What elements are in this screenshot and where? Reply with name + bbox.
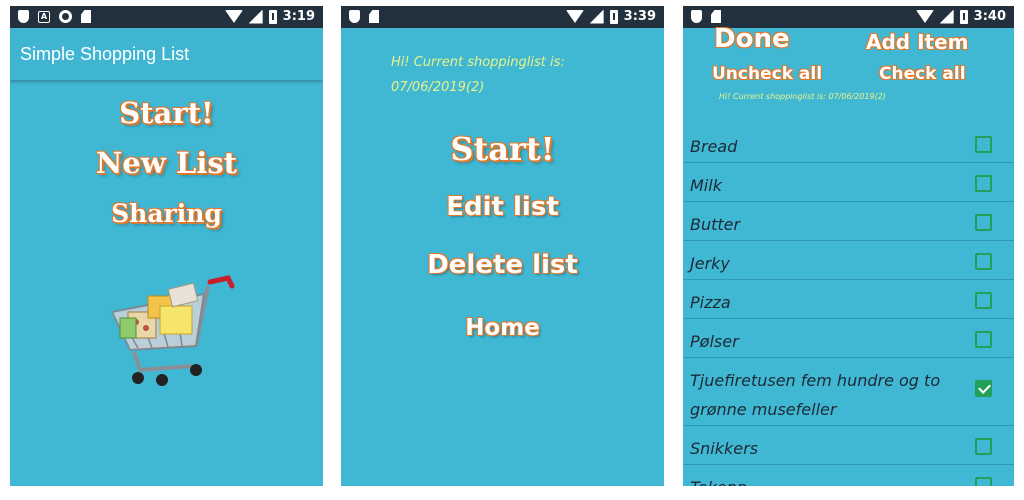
a-notification-icon: A — [38, 10, 50, 23]
new-list-button[interactable]: New List — [10, 146, 323, 180]
list-item[interactable]: Tjuefiretusen fem hundre og to grønne mu… — [683, 358, 1014, 426]
sharing-button[interactable]: Sharing — [10, 199, 323, 228]
start-button[interactable]: Start! — [341, 130, 664, 168]
battery-icon — [609, 9, 618, 24]
app-title: Simple Shopping List — [20, 44, 190, 64]
clock: 3:39 — [623, 9, 656, 24]
status-bar: A 3:19 — [10, 6, 323, 28]
clock: 3:40 — [973, 9, 1006, 24]
item-checkbox[interactable] — [975, 292, 992, 309]
greeting-line-2: 07/06/2019(2) — [391, 80, 485, 95]
signal-icon — [589, 9, 604, 24]
shield-icon — [691, 10, 702, 23]
battery-icon — [268, 9, 277, 24]
item-name: Pizza — [690, 293, 731, 312]
list-item[interactable]: Pølser — [683, 319, 1014, 358]
list-item[interactable]: Jerky — [683, 241, 1014, 280]
status-bar: 3:39 — [341, 6, 664, 28]
check-all-button[interactable]: Check all — [879, 64, 966, 84]
sd-card-icon — [711, 10, 721, 23]
shopping-cart-icon — [110, 275, 235, 386]
item-name: Jerky — [690, 254, 730, 273]
list-item[interactable]: Bread — [683, 124, 1014, 163]
item-name: Tekopp — [690, 473, 960, 486]
screen-main-menu: A 3:19 Simple Shopping List Start! New L… — [10, 6, 323, 486]
item-checkbox[interactable] — [975, 175, 992, 192]
screen-list-menu: 3:39 Hi! Current shoppinglist is: 07/06/… — [341, 6, 664, 486]
edit-list-button[interactable]: Edit list — [341, 192, 664, 222]
item-name: Snikkers — [690, 439, 759, 458]
shield-icon — [349, 10, 360, 23]
item-name: Butter — [690, 215, 741, 234]
wifi-icon — [915, 10, 934, 23]
greeting-line-1: Hi! Current shoppinglist is: — [391, 55, 565, 70]
item-checkbox[interactable] — [975, 438, 992, 455]
item-name: Pølser — [690, 332, 739, 351]
add-item-button[interactable]: Add Item — [866, 30, 968, 54]
shield-icon — [18, 10, 29, 23]
list-item[interactable]: Pizza — [683, 280, 1014, 319]
app-bar: Simple Shopping List — [10, 28, 323, 80]
list-item[interactable]: Butter — [683, 202, 1014, 241]
list-item[interactable]: Tekopp — [683, 465, 1014, 486]
item-checkbox[interactable] — [975, 253, 992, 270]
current-list-greeting: Hi! Current shoppinglist is: 07/06/2019(… — [719, 92, 886, 101]
home-button[interactable]: Home — [341, 315, 664, 341]
item-name: Tjuefiretusen fem hundre og to grønne mu… — [690, 371, 941, 419]
list-item[interactable]: Milk — [683, 163, 1014, 202]
sd-card-icon — [81, 10, 91, 23]
signal-icon — [248, 9, 263, 24]
circle-notification-icon — [59, 10, 72, 23]
screen-shopping-list: 3:40 Done Add Item Uncheck all Check all… — [683, 6, 1014, 486]
item-checkbox[interactable] — [975, 331, 992, 348]
wifi-icon — [224, 10, 243, 23]
start-button[interactable]: Start! — [10, 96, 323, 130]
shopping-list: Bread Milk Butter Jerky Pizza Pølser Tju… — [683, 124, 1014, 486]
done-button[interactable]: Done — [714, 24, 790, 54]
uncheck-all-button[interactable]: Uncheck all — [712, 64, 822, 84]
item-name: Milk — [690, 176, 722, 195]
clock: 3:19 — [282, 9, 315, 24]
list-item[interactable]: Snikkers — [683, 426, 1014, 465]
signal-icon — [939, 9, 954, 24]
delete-list-button[interactable]: Delete list — [341, 250, 664, 280]
item-checkbox-checked[interactable] — [975, 380, 992, 397]
item-checkbox[interactable] — [975, 477, 992, 486]
battery-icon — [959, 9, 968, 24]
item-checkbox[interactable] — [975, 214, 992, 231]
item-name: Bread — [690, 137, 738, 156]
wifi-icon — [565, 10, 584, 23]
current-list-greeting: Hi! Current shoppinglist is: 07/06/2019(… — [391, 50, 621, 100]
sd-card-icon — [369, 10, 379, 23]
item-checkbox[interactable] — [975, 136, 992, 153]
